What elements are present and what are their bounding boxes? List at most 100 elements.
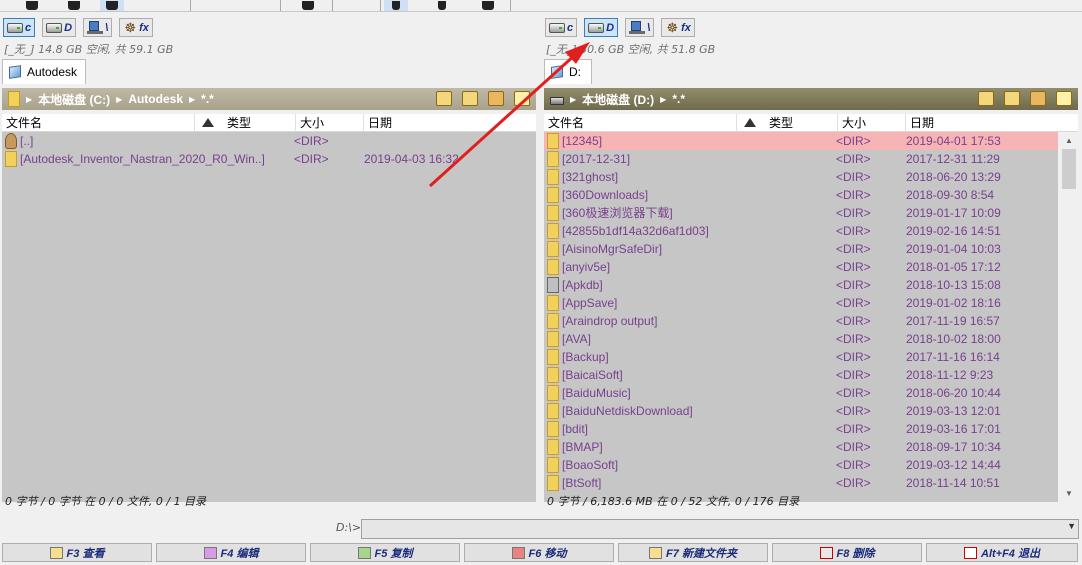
toolbar-refresh-button[interactable] (20, 0, 44, 11)
copy-icon (357, 546, 371, 559)
list-item[interactable]: [321ghost] <DIR> 2018-06-20 13:29 (544, 168, 1058, 186)
list-item[interactable]: [Apkdb] <DIR> 2018-10-13 15:08 (544, 276, 1058, 294)
parent-dir-button[interactable] (1004, 91, 1020, 106)
f6-move-button[interactable]: F6 移动 (464, 543, 614, 562)
f7-new-folder-button[interactable]: F7 新建文件夹 (618, 543, 768, 562)
list-item[interactable]: [BaiduMusic] <DIR> 2018-06-20 10:44 (544, 384, 1058, 402)
tool-icon (547, 277, 559, 293)
list-item[interactable]: [2017-12-31] <DIR> 2017-12-31 11:29 (544, 150, 1058, 168)
command-line-input[interactable] (362, 520, 1056, 538)
f4-edit-button[interactable]: F4 编辑 (156, 543, 306, 562)
toolbar-detail-view-button[interactable] (100, 0, 124, 11)
list-item[interactable]: [BoaoSoft] <DIR> 2019-03-12 14:44 (544, 456, 1058, 474)
column-name[interactable]: 文件名 (2, 114, 195, 132)
favorites-icon[interactable] (1030, 91, 1046, 106)
folder-icon (547, 133, 559, 149)
column-type[interactable]: 类型 (223, 114, 296, 132)
list-item[interactable]: [AVA] <DIR> 2018-10-02 18:00 (544, 330, 1058, 348)
f5-copy-button[interactable]: F5 复制 (310, 543, 460, 562)
left-path-bar[interactable]: ▶ 本地磁盘 (C:) ▶ Autodesk ▶ *.* (2, 88, 536, 110)
list-item[interactable]: [42855b1df14a32d6af1d03] <DIR> 2019-02-16 … (544, 222, 1058, 240)
main-toolbar (0, 0, 1082, 12)
parent-dir-button[interactable] (462, 91, 478, 106)
column-type[interactable]: 类型 (765, 114, 838, 132)
folder-icon (547, 295, 559, 311)
root-dir-button[interactable] (436, 91, 452, 106)
path-segment-root[interactable]: 本地磁盘 (D:) (582, 91, 654, 108)
hard-drive-icon (46, 22, 63, 33)
list-item[interactable]: [anyiv5e] <DIR> 2018-01-05 17:12 (544, 258, 1058, 276)
toolbar-separator (280, 0, 281, 11)
column-name[interactable]: 文件名 (544, 114, 737, 132)
folder-icon (547, 313, 559, 329)
f3-view-button[interactable]: F3 查看 (2, 543, 152, 562)
left-tab-autodesk[interactable]: Autodesk (2, 59, 87, 84)
sort-ascending-icon (202, 118, 214, 127)
scroll-up-icon[interactable]: ▲ (1060, 132, 1078, 149)
toolbar-separator (332, 0, 333, 11)
folder-icon (547, 241, 559, 257)
left-status-bar: 0 字节 / 0 字节 在 0 / 0 文件, 0 / 1 目录 (5, 495, 207, 508)
sort-ascending-icon (744, 118, 756, 127)
list-item[interactable]: [Backup] <DIR> 2017-11-16 16:14 (544, 348, 1058, 366)
toolbar-separator (190, 0, 191, 11)
path-segment-root[interactable]: 本地磁盘 (C:) (38, 91, 110, 108)
list-item[interactable]: [bdit] <DIR> 2019-03-16 17:01 (544, 420, 1058, 438)
folder-icon (547, 421, 559, 437)
ship-wheel-icon: ☸ (124, 19, 136, 35)
folder-icon (547, 151, 559, 167)
list-item[interactable]: [BMAP] <DIR> 2018-09-17 10:34 (544, 438, 1058, 456)
toolbar-ftp-button[interactable] (384, 0, 408, 11)
list-item[interactable]: [BtSoft] <DIR> 2018-11-14 10:51 (544, 474, 1058, 492)
right-status-bar: 0 字节 / 6,183.6 MB 在 0 / 52 文件, 0 / 176 目… (547, 495, 800, 508)
toolbar-sync-button[interactable] (430, 0, 454, 11)
toolbar-compare-button[interactable] (476, 0, 500, 11)
left-drive-d-button[interactable]: D (42, 18, 77, 37)
folder-icon (547, 403, 559, 419)
hard-drive-icon (588, 22, 605, 33)
list-item[interactable]: [AppSave] <DIR> 2019-01-02 18:16 (544, 294, 1058, 312)
right-fx-drive-button[interactable]: ☸ fx (661, 18, 695, 37)
right-drive-c-button[interactable]: c (545, 18, 578, 37)
list-item[interactable]: [AisinoMgrSafeDir] <DIR> 2019-01-04 10:03 (544, 240, 1058, 258)
list-item[interactable]: [..] <DIR> (2, 132, 536, 150)
right-drive-d-button[interactable]: D (584, 18, 619, 37)
list-item[interactable]: [12345] <DIR> 2019-04-01 17:53 (544, 132, 1058, 150)
right-file-list[interactable]: [12345] <DIR> 2019-04-01 17:53 [2017-12-31]… (544, 132, 1058, 502)
column-date[interactable]: 日期 (906, 114, 1078, 132)
f8-delete-button[interactable]: F8 删除 (772, 543, 922, 562)
path-filter[interactable]: *.* (672, 92, 685, 106)
alt-f4-exit-button[interactable]: Alt+F4 退出 (926, 543, 1078, 562)
toolbar-pack-button[interactable] (296, 0, 320, 11)
right-network-drive-button[interactable]: \ (625, 18, 655, 37)
scrollbar-thumb[interactable] (1062, 149, 1076, 189)
left-file-list[interactable]: [..] <DIR> [Autodesk_Inventor_Nastran_20… (2, 132, 536, 502)
drive-tab-icon (551, 65, 563, 79)
left-drive-c-button[interactable]: c (3, 18, 36, 37)
list-item[interactable]: [360Downloads] <DIR> 2018-09-30 8:54 (544, 186, 1058, 204)
list-item[interactable]: [BaicaiSoft] <DIR> 2018-11-12 9:23 (544, 366, 1058, 384)
command-line-field[interactable]: ▼ (361, 519, 1079, 539)
toolbar-brief-view-button[interactable] (62, 0, 86, 11)
column-size[interactable]: 大小 (838, 114, 906, 132)
chevron-down-icon[interactable]: ▼ (1067, 521, 1076, 531)
list-item[interactable]: [Autodesk_Inventor_Nastran_2020_R0_Win..… (2, 150, 536, 168)
list-item[interactable]: [Araindrop output] <DIR> 2017-11-19 16:57 (544, 312, 1058, 330)
column-date[interactable]: 日期 (364, 114, 536, 132)
edit-icon (203, 546, 217, 559)
list-item[interactable]: [BaiduNetdiskDownload] <DIR> 2019-03-13 12… (544, 402, 1058, 420)
root-dir-button[interactable] (978, 91, 994, 106)
right-vertical-scrollbar[interactable]: ▲ ▼ (1060, 132, 1078, 502)
right-path-bar[interactable]: ▶ 本地磁盘 (D:) ▶ *.* (544, 88, 1078, 110)
history-icon[interactable] (1056, 91, 1072, 106)
history-icon[interactable] (514, 91, 530, 106)
column-size[interactable]: 大小 (296, 114, 364, 132)
left-network-drive-button[interactable]: \ (83, 18, 113, 37)
favorites-icon[interactable] (488, 91, 504, 106)
list-item[interactable]: [360极速浏览器下载] <DIR> 2019-01-17 10:09 (544, 204, 1058, 222)
left-fx-drive-button[interactable]: ☸ fx (119, 18, 153, 37)
right-tab-d[interactable]: D: (544, 59, 592, 84)
path-filter[interactable]: *.* (201, 92, 214, 106)
path-segment-folder[interactable]: Autodesk (128, 92, 183, 106)
right-column-header: 文件名 类型 大小 日期 (544, 114, 1078, 132)
